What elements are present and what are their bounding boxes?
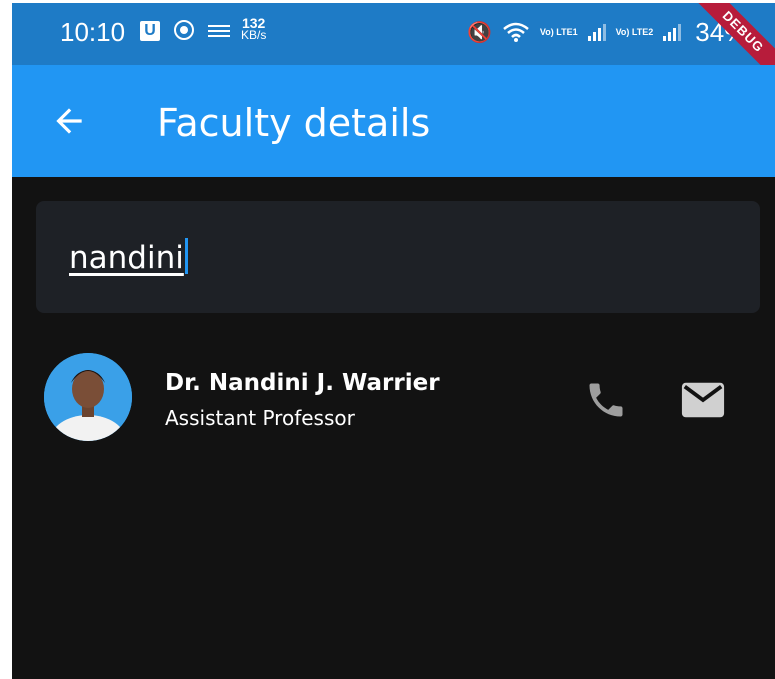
search-input-value: nandini: [69, 240, 184, 276]
network-speed-unit: KB/s: [241, 28, 267, 42]
wifi-icon: [503, 22, 529, 42]
search-input[interactable]: nandini: [69, 238, 188, 276]
status-icons: 🔇 Vo) LTE1 Vo) LTE2 34%: [467, 17, 747, 47]
search-field[interactable]: nandini: [36, 201, 760, 313]
phone-icon[interactable]: [584, 378, 628, 422]
sim2-label: Vo) LTE2: [615, 26, 654, 37]
page-title: Faculty details: [157, 101, 431, 145]
mail-icon[interactable]: [680, 380, 726, 420]
signal-icon: [663, 23, 682, 41]
network-speed: 132 KB/s: [241, 16, 267, 42]
arrow-left-icon[interactable]: [50, 102, 88, 140]
app-bar: Faculty details: [12, 65, 775, 177]
text-caret: [184, 238, 188, 274]
mute-icon: 🔇: [467, 21, 492, 44]
faculty-name: Dr. Nandini J. Warrier: [165, 370, 440, 396]
app-screen: 10:10 U 132 KB/s 🔇 Vo) LTE1 Vo) LTE2 34%…: [12, 3, 775, 679]
status-bar: 10:10 U 132 KB/s 🔇 Vo) LTE1 Vo) LTE2 34%…: [12, 3, 775, 83]
avatar: [44, 353, 132, 441]
vpn-circle-icon: [174, 20, 194, 40]
keyboard-icon: [208, 25, 230, 37]
signal-icon: [587, 23, 606, 41]
sim1-label: Vo) LTE1: [539, 26, 578, 37]
status-time: 10:10: [60, 17, 126, 47]
list-item[interactable]: Dr. Nandini J. Warrier Assistant Profess…: [12, 348, 775, 448]
u-icon: U: [140, 21, 160, 41]
faculty-designation: Assistant Professor: [165, 406, 355, 430]
